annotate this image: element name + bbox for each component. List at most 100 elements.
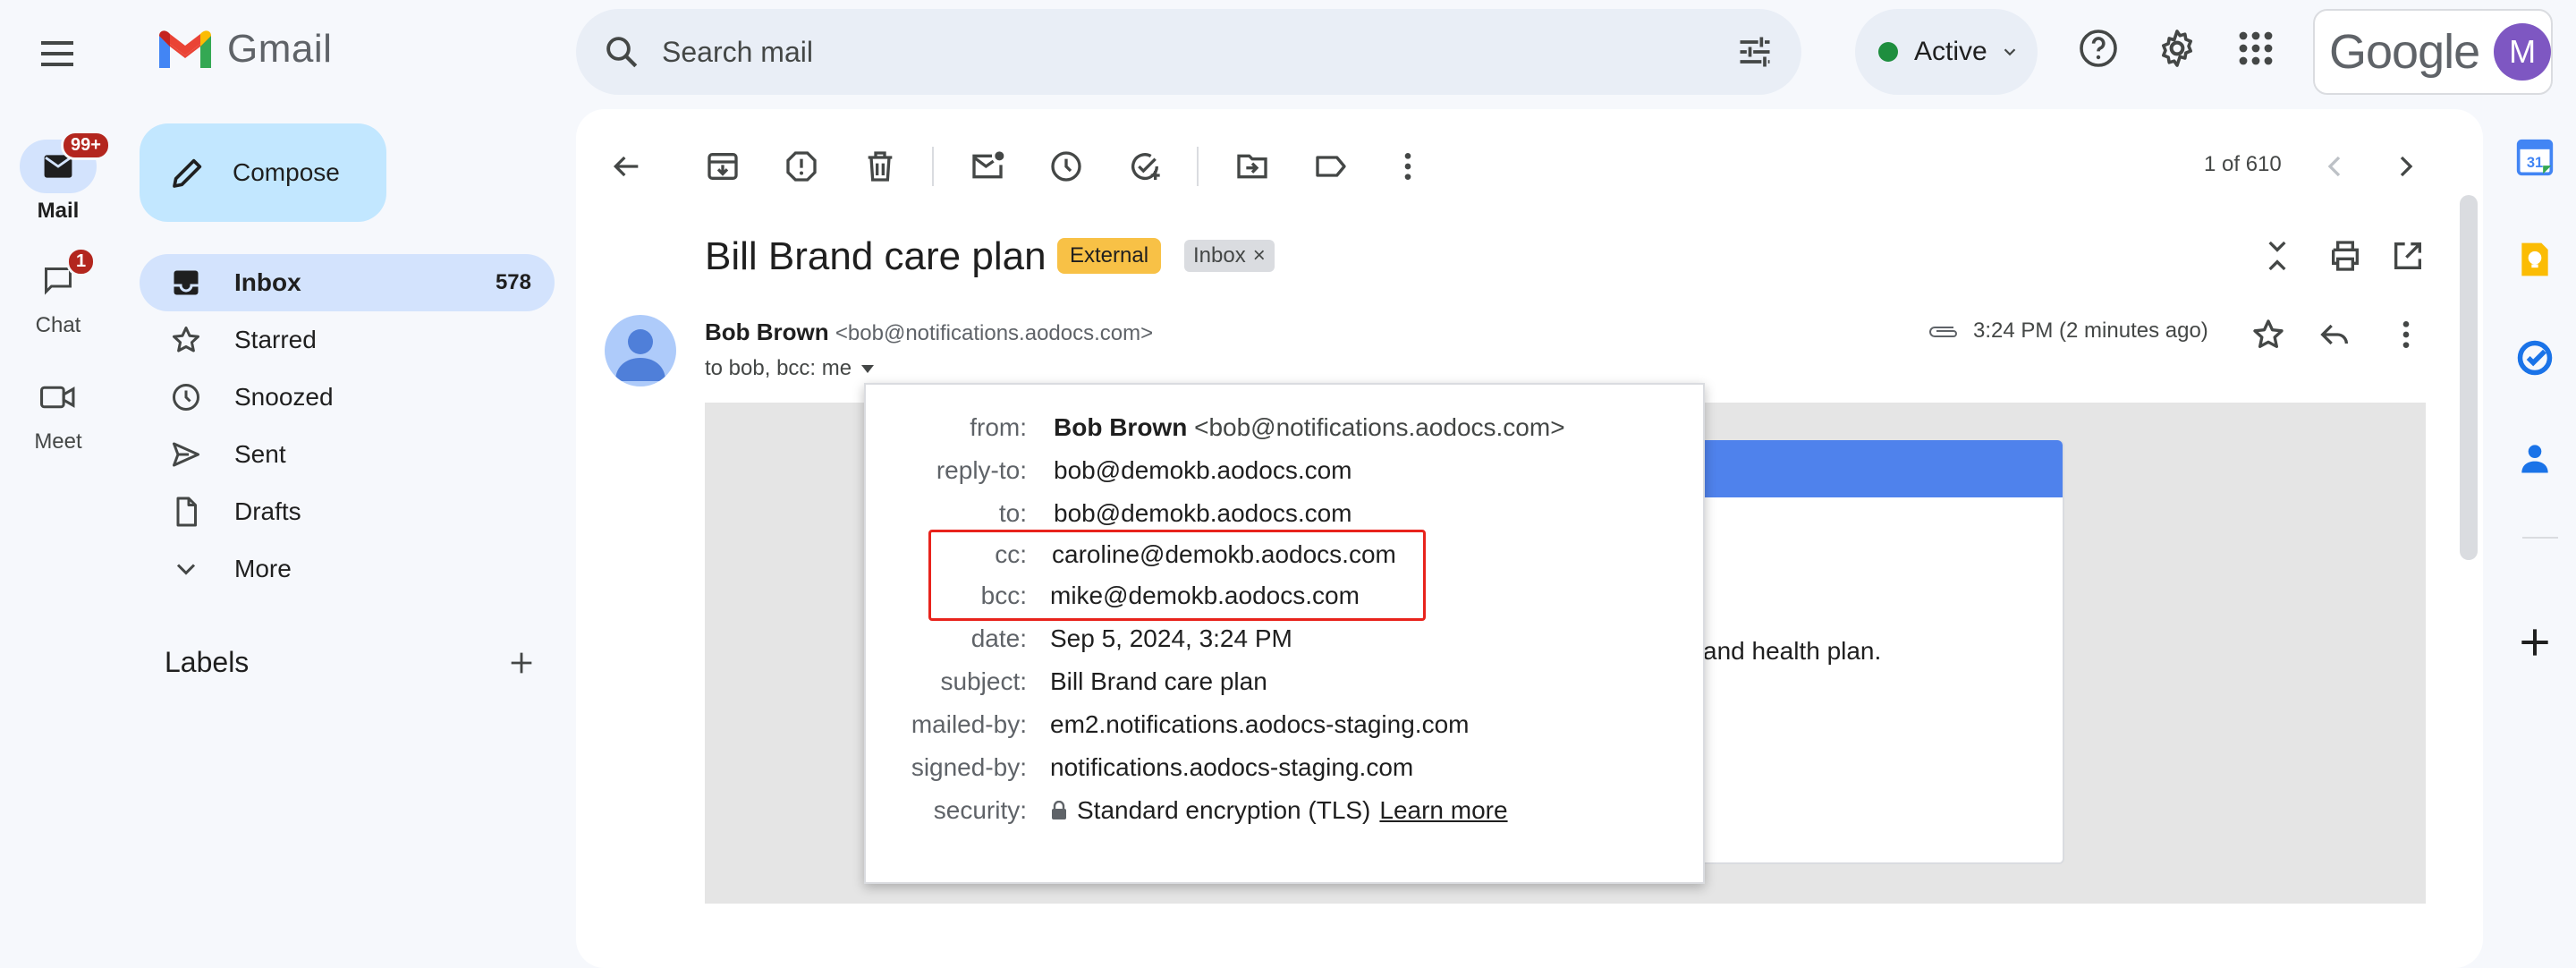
gear-icon [2162,30,2192,67]
star-icon [2253,319,2284,348]
archive-icon [708,153,738,180]
nav-item-sent[interactable]: Sent [140,426,555,483]
detail-row-mailed-by: mailed-by: em2.notifications.aodocs-stag… [866,705,1703,744]
delete-button[interactable] [862,149,898,184]
draft-icon [176,497,197,527]
gmail-logo[interactable]: Gmail [156,27,332,72]
detail-value: Standard encryption (TLS) Learn more [1050,796,1508,825]
star-button[interactable] [2250,317,2286,352]
recipient-summary[interactable]: to bob, bcc: me [705,356,877,381]
detail-row-to: to: bob@demokb.aodocs.com [866,494,1703,533]
chevron-down-icon [2004,48,2015,56]
video-camera-icon [40,386,75,409]
toolbar-divider [1197,147,1199,186]
detail-row-reply-to: reply-to: bob@demokb.aodocs.com [866,451,1703,490]
print-button[interactable] [2327,238,2363,274]
search-icon[interactable] [603,33,640,71]
older-button[interactable] [2388,149,2424,184]
scrollbar-thumb[interactable] [2460,195,2478,560]
nav-label-snoozed: Snoozed [234,383,334,411]
contacts-app-button[interactable] [2515,438,2558,481]
rail-label-mail: Mail [37,199,80,223]
search-options-icon[interactable] [1735,32,1775,72]
inbox-label-text: Inbox [1193,243,1246,267]
caret-down-icon [861,365,875,373]
more-actions-button[interactable] [1390,149,1426,184]
back-button[interactable] [608,149,644,184]
detail-label: signed-by: [911,753,1027,781]
detail-row-signed-by: signed-by: notifications.aodocs-staging.… [866,748,1703,787]
nav-label-more: More [234,555,292,582]
mark-unread-icon [972,151,1004,179]
nav-label-starred: Starred [234,326,317,353]
from-name: Bob Brown [1054,413,1188,441]
learn-more-link[interactable]: Learn more [1379,796,1507,825]
timestamp-area: 3:24 PM (2 minutes ago) [1927,318,2208,344]
sender-avatar[interactable] [605,315,676,386]
sender-line: Bob Brown <bob@notifications.aodocs.com> [705,318,1153,346]
detail-value: notifications.aodocs-staging.com [1050,753,1414,781]
help-icon [2080,30,2117,67]
more-vert-icon [2402,321,2410,348]
rail-item-mail[interactable]: 99+ Mail [0,131,116,224]
clock-icon [173,384,199,411]
nav-item-starred[interactable]: Starred [140,311,555,369]
add-task-icon [1131,153,1160,181]
apps-grid-icon [2239,31,2273,65]
message-more-button[interactable] [2388,317,2424,352]
rail-item-meet[interactable]: Meet [0,370,116,454]
report-spam-button[interactable] [784,149,819,184]
rail-item-chat[interactable]: 1 Chat [0,247,116,338]
settings-button[interactable] [2156,27,2199,70]
folder-nav: Inbox 578 Starred Snoozed Sent Drafts Mo… [140,254,555,598]
nav-item-drafts[interactable]: Drafts [140,483,555,540]
sender-name[interactable]: Bob Brown [705,318,829,345]
nav-item-more[interactable]: More [140,540,555,598]
message-details-popup: from: Bob Brown <bob@notifications.aodoc… [864,383,1705,884]
chevron-left-icon [2327,156,2341,177]
add-to-tasks-button[interactable] [1127,149,1163,184]
main-menu-button[interactable] [36,32,79,75]
trash-icon [868,151,893,182]
google-account-area[interactable]: Google M [2313,9,2553,95]
open-new-window-button[interactable] [2390,238,2426,274]
chat-badge: 1 [66,247,97,276]
contacts-icon [2521,445,2548,473]
mark-unread-button[interactable] [970,149,1005,184]
email-timestamp: 3:24 PM (2 minutes ago) [1973,318,2208,343]
get-addons-button[interactable] [2515,623,2558,666]
search-input[interactable] [660,34,1735,70]
support-button[interactable] [2077,27,2120,70]
calendar-app-button[interactable]: 31 [2515,138,2558,181]
calendar-icon: 31 [2516,139,2554,176]
detail-value: Sep 5, 2024, 3:24 PM [1050,624,1292,652]
label-icon [1316,156,1346,177]
detail-value: Bob Brown <bob@notifications.aodocs.com> [1054,413,1565,442]
to-line-text: to bob, bcc: me [705,356,852,380]
gmail-wordmark: Gmail [227,27,333,71]
archive-button[interactable] [705,149,741,184]
compose-button[interactable]: Compose [140,123,386,222]
detail-value: Bill Brand care plan [1050,667,1267,695]
newer-button[interactable] [2317,149,2352,184]
nav-item-inbox[interactable]: Inbox 578 [140,254,555,311]
snooze-button[interactable] [1048,149,1084,184]
pagination-count: 1 of 610 [2204,152,2282,176]
collapse-all-button[interactable] [2259,238,2295,274]
labels-button[interactable] [1313,149,1349,184]
plus-icon [2521,629,2548,656]
move-to-button[interactable] [1234,149,1270,184]
gmail-m-logo-icon [159,30,211,68]
remove-label-button[interactable]: × [1253,243,1266,268]
star-icon [173,327,199,352]
create-label-button[interactable] [506,648,537,678]
keep-app-button[interactable] [2515,240,2558,283]
send-icon [173,442,199,467]
tasks-app-button[interactable] [2515,338,2558,381]
google-apps-button[interactable] [2234,27,2277,70]
reply-button[interactable] [2317,317,2352,352]
status-selector[interactable]: Active [1855,9,2038,95]
nav-item-snoozed[interactable]: Snoozed [140,369,555,426]
account-avatar[interactable]: M [2494,23,2551,81]
chevron-right-icon [2400,156,2413,177]
